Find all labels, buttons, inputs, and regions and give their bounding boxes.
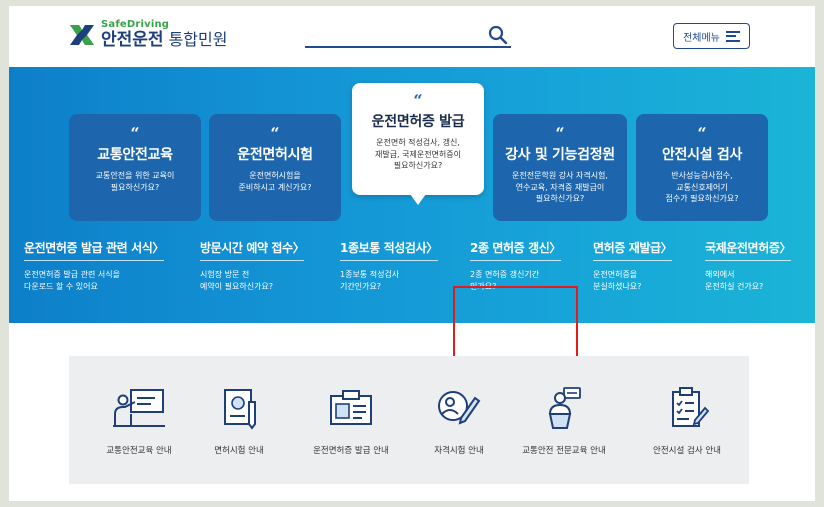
card-title: 강사 및 기능검정원 xyxy=(505,147,615,163)
service-label: 면허시험 안내 xyxy=(214,446,264,456)
checklist-icon xyxy=(672,387,710,427)
card-title: 운전면허시험 xyxy=(237,147,313,163)
quote-icon: “ xyxy=(413,91,423,110)
link-desc-line: 운전하실 건가요? xyxy=(705,282,764,292)
service-strip: 교통안전교육 안내 면허시험 안내 운전면허증 발급 안내 자격시험 안내 교통… xyxy=(69,356,749,484)
link-desc-line: 시험장 방문 전 xyxy=(200,270,250,279)
link-title: 2종 면허증 갱신 xyxy=(470,241,550,255)
service-label: 교통안전 전문교육 안내 xyxy=(522,446,606,456)
link-international-license[interactable]: 국제운전면허증〉 해외에서 운전하실 건가요? xyxy=(705,239,791,294)
card-desc-line: 재발급, 국제운전면허증이 xyxy=(374,149,462,159)
search-icon[interactable] xyxy=(487,24,509,46)
link-title: 면허증 재발급 xyxy=(593,241,661,255)
link-title: 운전면허증 발급 관련 서식 xyxy=(24,241,153,255)
card-safety-facility-inspection[interactable]: “ 안전시설 검사 반사성능검사접수, 교통신호제어기 접수가 필요하신가요? xyxy=(636,114,768,221)
lecture-podium-icon xyxy=(548,387,581,429)
link-license-reissue[interactable]: 면허증 재발급〉 운전면허증을 분실하셨나요? xyxy=(593,239,673,294)
link-desc-line: 해외에서 xyxy=(705,270,735,279)
service-license-exam[interactable]: 면허시험 안내 xyxy=(204,386,274,456)
chevron-right-icon: 〉 xyxy=(426,241,438,255)
service-label: 안전시설 검사 안내 xyxy=(653,446,721,456)
exam-document-icon xyxy=(224,389,256,430)
link-title: 방문시간 예약 접수 xyxy=(200,241,293,255)
speech-tail xyxy=(410,194,426,205)
service-facility-inspection[interactable]: 안전시설 검사 안내 xyxy=(637,386,737,456)
card-desc-line: 준비하시고 계신가요? xyxy=(238,182,312,192)
service-qualification-test[interactable]: 자격시험 안내 xyxy=(421,386,497,456)
service-label: 운전면허증 발급 안내 xyxy=(313,446,389,456)
full-menu-button[interactable]: 전체메뉴 xyxy=(673,23,750,49)
link-license-forms[interactable]: 운전면허증 발급 관련 서식〉 운전면허증 발급 관련 서식을 다운로드 할 수… xyxy=(24,239,164,294)
chevron-right-icon: 〉 xyxy=(292,241,305,255)
service-license-issuance[interactable]: 운전면허증 발급 안내 xyxy=(301,386,401,456)
card-desc-line: 교통안전을 위한 교육이 xyxy=(95,171,175,180)
link-class1-aptitude-test[interactable]: 1종보통 적성검사〉 1종보통 적성검사 기간인가요? xyxy=(340,239,438,294)
search-input[interactable] xyxy=(305,22,480,46)
id-card-icon xyxy=(330,390,372,425)
link-desc-line: 운전면허증을 xyxy=(593,270,638,279)
quote-icon: “ xyxy=(697,124,707,143)
card-license-issuance[interactable]: “ 운전면허증 발급 운전면허 적성검사, 갱신, 재발급, 국제운전면허증이 … xyxy=(352,83,484,205)
link-desc-line: 분실하셨나요? xyxy=(593,282,642,292)
logo-title: 안전운전 xyxy=(101,30,164,50)
logo-subtitle: 통합민원 xyxy=(168,30,228,49)
card-title: 운전면허증 발급 xyxy=(371,114,465,130)
card-title: 교통안전교육 xyxy=(97,147,173,163)
qualification-test-icon xyxy=(438,391,481,425)
link-desc-line: 2종 면허증 갱신기간 xyxy=(470,270,540,279)
service-label: 자격시험 안내 xyxy=(434,446,484,456)
link-desc-line: 다운로드 할 수 있어요 xyxy=(24,282,98,292)
link-desc-line: 운전면허증 발급 관련 서식을 xyxy=(24,270,120,279)
card-title: 안전시설 검사 xyxy=(661,147,743,163)
page: SafeDriving 안전운전 통합민원 전체메뉴 “ 교통안전교육 교통안전… xyxy=(9,6,815,501)
card-desc-line: 운전면허시험을 xyxy=(249,171,301,180)
card-desc-line: 접수가 필요하신가요? xyxy=(665,194,739,204)
quote-icon: “ xyxy=(270,124,280,143)
link-visit-reservation[interactable]: 방문시간 예약 접수〉 시험장 방문 전 예약이 필요하신가요? xyxy=(200,239,305,294)
hamburger-icon xyxy=(725,30,740,42)
service-traffic-education[interactable]: 교통안전교육 안내 xyxy=(94,386,184,456)
chevron-right-icon: 〉 xyxy=(152,241,164,255)
highlight-box xyxy=(453,286,578,365)
presentation-icon xyxy=(113,389,165,427)
header: SafeDriving 안전운전 통합민원 전체메뉴 xyxy=(9,6,815,66)
chevron-right-icon: 〉 xyxy=(549,241,561,255)
logo-cross-icon xyxy=(67,22,97,48)
card-desc-line: 운전면허 적성검사, 갱신, xyxy=(376,138,460,147)
card-desc-line: 필요하신가요? xyxy=(393,161,443,171)
full-menu-label: 전체메뉴 xyxy=(683,32,720,44)
card-license-exam[interactable]: “ 운전면허시험 운전면허시험을 준비하시고 계신가요? xyxy=(209,114,341,221)
card-desc-line: 운전전문학원 강사 자격시험, xyxy=(512,171,608,180)
card-desc-line: 교통신호제어기 xyxy=(676,182,728,192)
card-desc-line: 반사성능검사접수, xyxy=(671,171,733,180)
card-instructor-examiner[interactable]: “ 강사 및 기능검정원 운전전문학원 강사 자격시험, 연수교육, 자격증 재… xyxy=(493,114,627,221)
search-bar xyxy=(305,22,511,48)
chevron-right-icon: 〉 xyxy=(779,241,792,255)
service-label: 교통안전교육 안내 xyxy=(106,446,172,456)
card-traffic-safety-education[interactable]: “ 교통안전교육 교통안전을 위한 교육이 필요하신가요? xyxy=(69,114,201,221)
link-title: 1종보통 적성검사 xyxy=(340,241,427,255)
link-title: 국제운전면허증 xyxy=(705,241,780,255)
chevron-right-icon: 〉 xyxy=(660,241,673,255)
logo-tagline: SafeDriving xyxy=(101,19,170,30)
card-desc-line: 필요하신가요? xyxy=(110,182,160,192)
hero-section: “ 교통안전교육 교통안전을 위한 교육이 필요하신가요? “ 운전면허시험 운… xyxy=(9,67,815,365)
link-desc-line: 1종보통 적성검사 xyxy=(340,270,400,279)
link-desc-line: 기간인가요? xyxy=(340,282,382,292)
quote-icon: “ xyxy=(130,124,140,143)
service-expert-education[interactable]: 교통안전 전문교육 안내 xyxy=(509,386,619,456)
card-desc-line: 연수교육, 자격증 재발급이 xyxy=(515,182,605,192)
site-logo[interactable]: SafeDriving 안전운전 통합민원 xyxy=(67,20,227,49)
link-desc-line: 예약이 필요하신가요? xyxy=(200,282,274,292)
card-desc-line: 필요하신가요? xyxy=(535,194,585,204)
quote-icon: “ xyxy=(555,124,565,143)
